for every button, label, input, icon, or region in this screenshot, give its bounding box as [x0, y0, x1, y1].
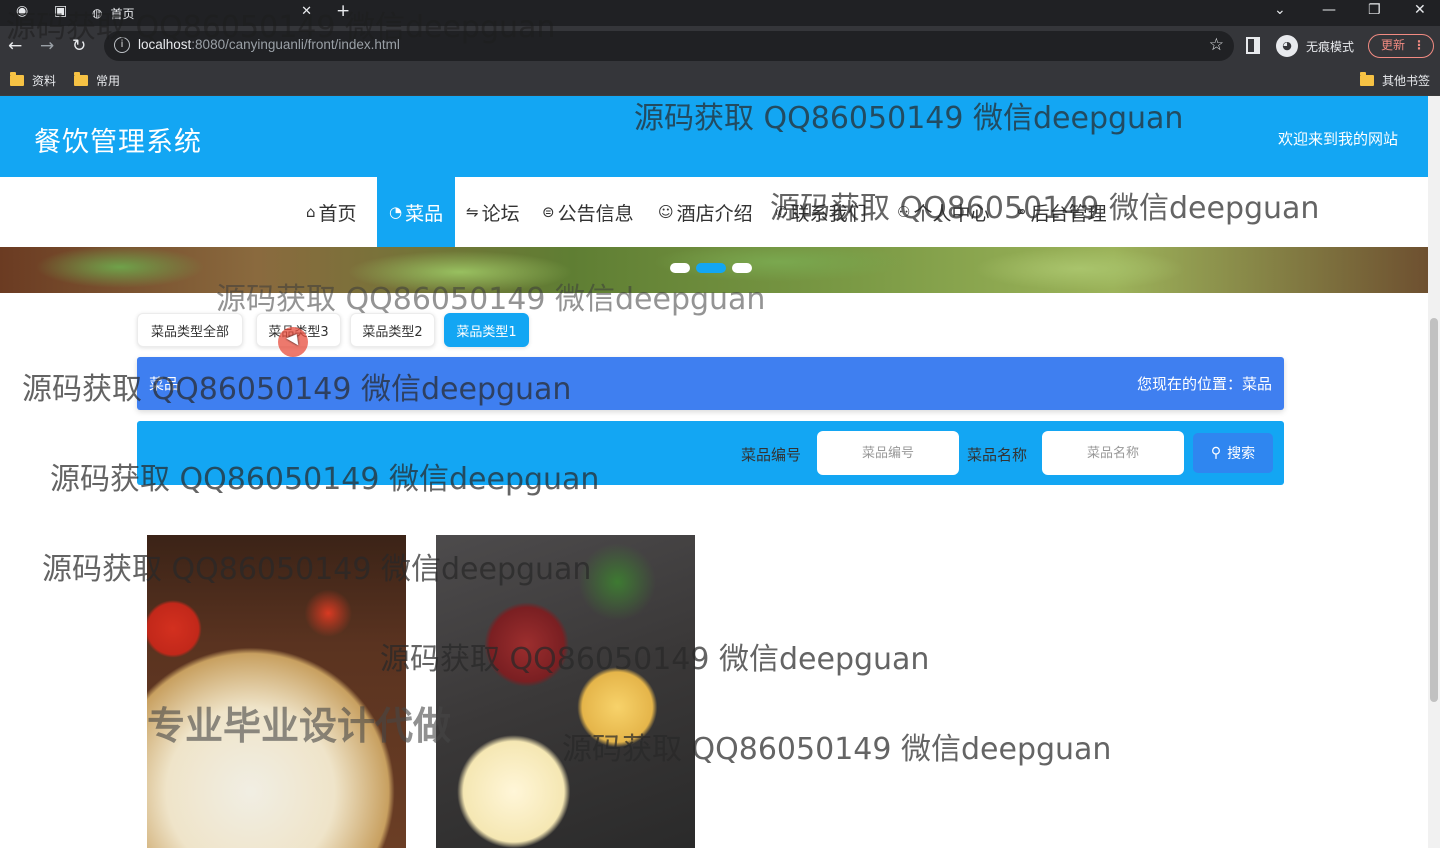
- dashboard-icon: ◔: [389, 203, 403, 221]
- site-title: 餐饮管理系统: [34, 127, 202, 158]
- globe-icon: ◍: [92, 6, 103, 20]
- link-icon: ⚭: [1015, 203, 1028, 221]
- carousel-dot-active[interactable]: [696, 263, 726, 273]
- dish-card-pizza[interactable]: [147, 535, 406, 848]
- nav-admin[interactable]: ⚭ 后台管理: [1015, 177, 1107, 247]
- location-bar: 菜品 您现在的位置：菜品: [137, 357, 1284, 410]
- incognito-indicator[interactable]: ◕ 无痕模式: [1276, 35, 1354, 57]
- user-icon: ⚇: [897, 203, 911, 221]
- update-label: 更新: [1381, 38, 1406, 52]
- close-tab-icon[interactable]: ✕: [301, 4, 312, 19]
- carousel-dot[interactable]: [732, 263, 752, 273]
- nav-label: 首页: [318, 202, 357, 225]
- dish-name-input[interactable]: [1042, 431, 1184, 475]
- carousel-dot[interactable]: [670, 263, 690, 273]
- welcome-text: 欢迎来到我的网站: [1277, 130, 1398, 148]
- nav-personal-center[interactable]: ⚇ 个人中心: [897, 177, 989, 247]
- folder-icon: [1360, 72, 1374, 86]
- main-nav: ⌂ 首页 ◔ 菜品 ⇋ 论坛 ⊜ 公告信息 ☺ 酒店介绍 ✆ 联系我们 ⚇ 个人…: [0, 177, 1440, 247]
- breadcrumb: 您现在的位置：菜品: [1136, 375, 1272, 393]
- other-bookmarks-label: 其他书签: [1382, 74, 1431, 88]
- incognito-icon: ◕: [1276, 35, 1298, 57]
- nav-hotel-intro[interactable]: ☺ 酒店介绍: [658, 177, 753, 247]
- nav-dishes[interactable]: ◔ 菜品: [377, 177, 456, 247]
- close-window-icon[interactable]: ✕: [1414, 2, 1426, 18]
- nav-label: 联系我们: [790, 202, 867, 225]
- nav-label: 公告信息: [557, 202, 634, 225]
- dish-name-label: 菜品名称: [967, 446, 1028, 464]
- incognito-label: 无痕模式: [1306, 39, 1355, 54]
- folder-icon: [10, 72, 24, 86]
- url-text: localhost:8080/canyinguanli/front/index.…: [138, 37, 400, 52]
- filter-all[interactable]: 菜品类型全部: [137, 313, 243, 347]
- bookmark-folder-2[interactable]: 常用: [74, 72, 120, 89]
- dish-code-label: 菜品编号: [741, 446, 802, 464]
- nav-announcements[interactable]: ⊜ 公告信息: [542, 177, 634, 247]
- url-field[interactable]: i localhost:8080/canyinguanli/front/inde…: [104, 31, 1234, 61]
- browser-menu-icon[interactable]: ◉: [16, 3, 28, 19]
- home-icon: ⌂: [306, 203, 316, 221]
- section-title: 菜品: [149, 375, 180, 393]
- tab-list-icon[interactable]: ⌄: [1274, 2, 1286, 18]
- search-icon: ⚲: [1210, 445, 1222, 461]
- bookmark-label: 常用: [96, 74, 121, 88]
- update-button[interactable]: 更新 ⋮: [1368, 34, 1434, 58]
- folder-icon: [74, 72, 88, 86]
- info-icon[interactable]: i: [114, 37, 130, 53]
- reload-icon[interactable]: ↻: [72, 36, 86, 56]
- scrollbar-thumb[interactable]: [1430, 318, 1438, 702]
- nav-label: 论坛: [481, 202, 520, 225]
- forward-icon[interactable]: →: [40, 36, 54, 56]
- bookmark-star-icon[interactable]: ☆: [1209, 35, 1224, 55]
- search-button[interactable]: ⚲ 搜索: [1193, 433, 1273, 473]
- filter-type-1[interactable]: 菜品类型1: [444, 313, 529, 347]
- nav-label: 酒店介绍: [676, 202, 753, 225]
- restore-icon[interactable]: ❐: [1368, 2, 1381, 18]
- search-bar: 菜品编号 菜品名称 ⚲ 搜索: [137, 421, 1284, 485]
- tab-title: 首页: [110, 6, 135, 21]
- browser-tab-bar: ◉ ▣ ◍ 首页 ✕ + ⌄ — ❐ ✕: [0, 0, 1440, 26]
- site-header: 餐饮管理系统 欢迎来到我的网站: [0, 96, 1440, 177]
- banner-carousel: [0, 247, 1428, 293]
- bookmarks-bar: 资料 常用 其他书签: [0, 66, 1440, 96]
- nav-contact[interactable]: ✆ 联系我们: [775, 177, 867, 247]
- nav-label: 菜品: [405, 202, 444, 225]
- nav-label: 后台管理: [1030, 202, 1107, 225]
- back-icon[interactable]: ←: [8, 36, 22, 56]
- bookmark-folder-1[interactable]: 资料: [10, 72, 56, 89]
- forum-icon: ⇋: [466, 203, 479, 221]
- nav-home[interactable]: ⌂ 首页: [306, 177, 357, 247]
- nav-label: 个人中心: [913, 202, 990, 225]
- notice-icon: ⊜: [542, 203, 555, 221]
- page-scrollbar[interactable]: [1428, 96, 1440, 848]
- side-panel-icon[interactable]: [1246, 37, 1260, 54]
- new-tab-icon[interactable]: +: [336, 1, 350, 21]
- bookmark-label: 资料: [32, 74, 57, 88]
- smile-icon: ☺: [658, 203, 674, 221]
- dish-card-platter[interactable]: [436, 535, 695, 848]
- filter-type-2[interactable]: 菜品类型2: [350, 313, 435, 347]
- dish-code-input[interactable]: [817, 431, 959, 475]
- nav-forum[interactable]: ⇋ 论坛: [466, 177, 520, 247]
- other-bookmarks[interactable]: 其他书签: [1360, 72, 1430, 89]
- browser-tab[interactable]: ◍ 首页 ✕: [84, 0, 324, 26]
- phone-icon: ✆: [775, 203, 788, 221]
- search-button-label: 搜索: [1227, 446, 1256, 462]
- minimize-icon[interactable]: —: [1322, 2, 1336, 18]
- more-icon: ⋮: [1413, 38, 1425, 52]
- tab-search-icon[interactable]: ▣: [54, 3, 67, 19]
- address-bar: ← → ↻ i localhost:8080/canyinguanli/fron…: [0, 26, 1440, 66]
